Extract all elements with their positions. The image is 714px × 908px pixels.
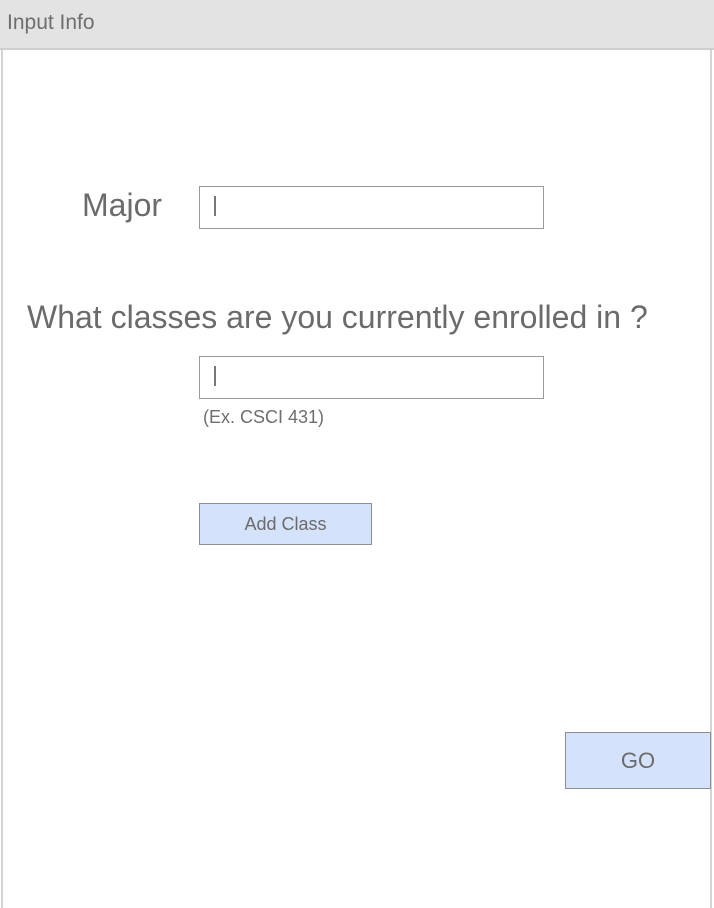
- go-button[interactable]: GO: [565, 732, 711, 789]
- class-input-hint: (Ex. CSCI 431): [203, 407, 325, 427]
- major-label: Major: [82, 187, 163, 223]
- major-input[interactable]: [199, 186, 544, 229]
- text-caret: [214, 366, 216, 386]
- add-class-button-label: Add Class: [244, 513, 327, 534]
- go-button-label: GO: [620, 747, 656, 773]
- add-class-button[interactable]: Add Class: [199, 503, 372, 545]
- class-input[interactable]: [199, 356, 544, 399]
- classes-question-label: What classes are you currently enrolled …: [27, 299, 648, 335]
- window-title: Input Info: [7, 11, 95, 34]
- text-caret: [214, 196, 216, 216]
- title-bar: Input Info: [0, 0, 714, 50]
- app-window: Input Info Major What classes are you cu…: [0, 0, 714, 908]
